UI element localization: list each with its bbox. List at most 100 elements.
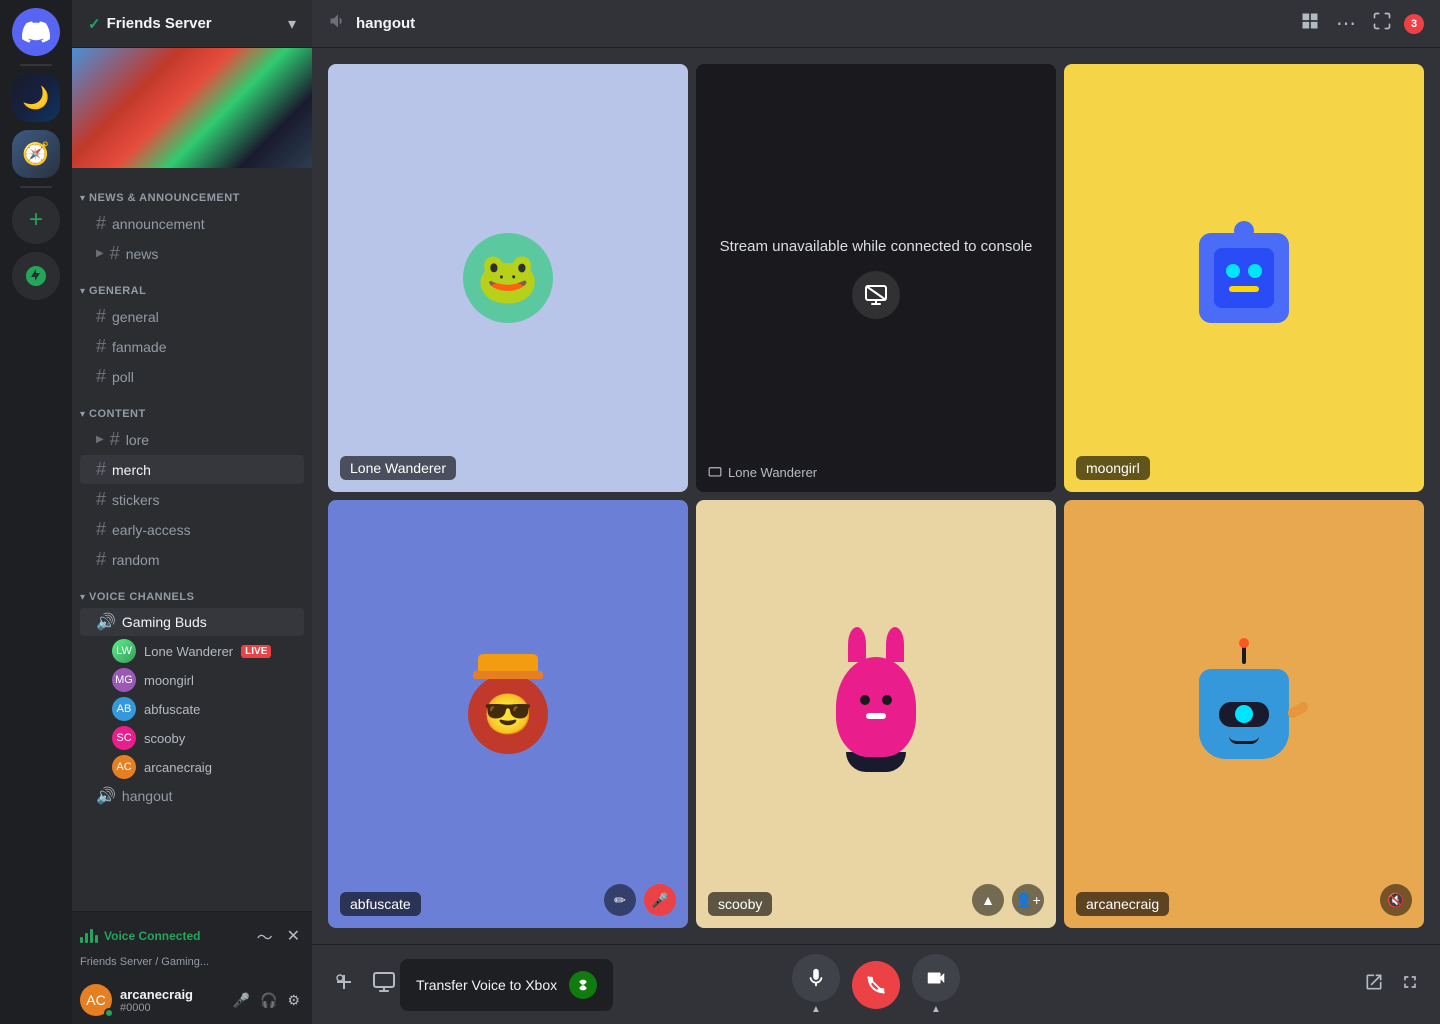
add-server-icon: + bbox=[29, 206, 43, 234]
server-divider bbox=[20, 64, 52, 66]
channel-news[interactable]: ▶ # news bbox=[80, 239, 304, 268]
grid-view-button[interactable] bbox=[1296, 7, 1324, 41]
voice-member-scooby[interactable]: SC scooby bbox=[80, 724, 304, 752]
server-header[interactable]: ✓ Friends Server ▾ bbox=[72, 0, 312, 48]
tile-chevron-button[interactable]: ▲ bbox=[972, 884, 1004, 916]
channel-name: poll bbox=[112, 369, 296, 385]
category-arrow: ▾ bbox=[80, 409, 85, 420]
category-news-announcement[interactable]: ▾ NEWS & ANNOUNCEMENT bbox=[72, 176, 312, 208]
voice-member-moongirl[interactable]: MG moongirl bbox=[80, 666, 304, 694]
popout-button[interactable] bbox=[1368, 7, 1396, 41]
channel-sidebar: ✓ Friends Server ▾ ▾ NEWS & ANNOUNCEMENT… bbox=[72, 0, 312, 1024]
channel-name: announcement bbox=[112, 216, 296, 232]
speaker-icon: 🔊 bbox=[96, 612, 116, 632]
channel-merch[interactable]: # merch bbox=[80, 455, 304, 484]
tile-add-user-button[interactable]: 👤+ bbox=[1012, 884, 1044, 916]
member-count-badge: 3 bbox=[1404, 14, 1424, 34]
channel-name: stickers bbox=[112, 492, 296, 508]
voice-disconnect-icon[interactable]: ✕ bbox=[283, 922, 304, 950]
server-icon-moon[interactable]: 🌙 bbox=[12, 74, 60, 122]
hash-icon: # bbox=[96, 306, 106, 327]
add-member-icon[interactable]: 👤 bbox=[262, 308, 279, 325]
camera-arrow-button[interactable]: ▲ bbox=[931, 1004, 941, 1015]
channel-name: random bbox=[112, 552, 296, 568]
main-header: hangout ⋯ 3 bbox=[312, 0, 1440, 48]
category-label: NEWS & ANNOUNCEMENT bbox=[89, 192, 240, 204]
arrow-icon: ▶ bbox=[96, 434, 104, 445]
tile-pencil-button[interactable]: ✏ bbox=[604, 884, 636, 916]
video-label-scooby: scooby bbox=[708, 892, 772, 916]
bar1 bbox=[80, 937, 83, 943]
bottom-left-controls bbox=[328, 966, 400, 1004]
channel-poll[interactable]: # poll bbox=[80, 362, 304, 391]
more-options-button[interactable]: ⋯ bbox=[1332, 7, 1360, 40]
camera-button[interactable] bbox=[912, 954, 960, 1002]
voice-wave-icon[interactable]: 〜 bbox=[253, 920, 277, 952]
channel-early-access[interactable]: # early-access bbox=[80, 515, 304, 544]
video-tile-actions-abfuscate: ✏ 🎤 bbox=[604, 884, 676, 916]
category-content[interactable]: ▾ CONTENT bbox=[72, 392, 312, 424]
screen-share-label: Lone Wanderer bbox=[708, 465, 817, 480]
header-actions: ⋯ 3 bbox=[1296, 7, 1424, 41]
transfer-voice-button[interactable]: Transfer Voice to Xbox bbox=[400, 959, 613, 1011]
video-tile-scooby: scooby ▲ 👤+ bbox=[696, 500, 1056, 928]
hash-icon: # bbox=[96, 336, 106, 357]
add-user-button[interactable] bbox=[328, 966, 360, 1004]
server-name: Friends Server bbox=[107, 15, 212, 32]
category-label: VOICE CHANNELS bbox=[89, 591, 194, 603]
voice-member-lone-wanderer[interactable]: LW Lone Wanderer LIVE bbox=[80, 637, 304, 665]
camera-control-group: ▲ bbox=[912, 954, 960, 1015]
voice-channel-hangout[interactable]: 🔊 hangout bbox=[80, 782, 304, 810]
server-dropdown-icon: ▾ bbox=[288, 14, 296, 34]
channel-fanmade[interactable]: # fanmade bbox=[80, 332, 304, 361]
arrow-icon: ▶ bbox=[96, 248, 104, 259]
channel-stickers[interactable]: # stickers bbox=[80, 485, 304, 514]
bottom-center-controls: ▲ ▲ bbox=[792, 954, 960, 1015]
channel-name: merch bbox=[112, 462, 296, 478]
microphone-arrow-button[interactable]: ▲ bbox=[811, 1004, 821, 1015]
channel-lore[interactable]: ▶ # lore bbox=[80, 425, 304, 454]
stream-unavailable-text: Stream unavailable while connected to co… bbox=[720, 238, 1033, 255]
voice-bars-icon bbox=[80, 929, 98, 943]
server-icon-discord[interactable] bbox=[12, 8, 60, 56]
voice-channel-gaming-buds[interactable]: 🔊 Gaming Buds bbox=[80, 608, 304, 636]
server-icon-friends[interactable]: 🧭 bbox=[12, 130, 60, 178]
bar2 bbox=[85, 933, 88, 943]
tile-mic-button[interactable]: 🎤 bbox=[644, 884, 676, 916]
category-voice-channels[interactable]: ▾ VOICE CHANNELS bbox=[72, 575, 312, 607]
server-icon-explore[interactable] bbox=[12, 252, 60, 300]
member-name: Lone Wanderer bbox=[144, 644, 233, 659]
channel-general[interactable]: # general 👤 ⚙ bbox=[80, 302, 304, 331]
settings-icon[interactable]: ⚙ bbox=[283, 308, 296, 325]
channel-random[interactable]: # random bbox=[80, 545, 304, 574]
xbox-icon bbox=[569, 971, 597, 999]
video-grid-area: 🐸 Lone Wanderer Stream unavailable while… bbox=[312, 48, 1440, 944]
voice-status-bar: Voice Connected 〜 ✕ Friends Server / Gam… bbox=[72, 911, 312, 976]
microphone-button[interactable]: 🎤 bbox=[229, 988, 254, 1013]
channel-name: news bbox=[126, 246, 296, 262]
video-tile-actions-arcanecraig: 🔇 bbox=[1380, 884, 1412, 916]
screen-share-user: Lone Wanderer bbox=[728, 465, 817, 480]
category-general[interactable]: ▾ GENERAL bbox=[72, 269, 312, 301]
voice-member-abfuscate[interactable]: AB abfuscate bbox=[80, 695, 304, 723]
channel-name: early-access bbox=[112, 522, 296, 538]
settings-button[interactable]: ⚙ bbox=[283, 988, 304, 1013]
video-label-abfuscate: abfuscate bbox=[340, 892, 421, 916]
voice-member-arcanecraig[interactable]: AC arcanecraig bbox=[80, 753, 304, 781]
microphone-button[interactable] bbox=[792, 954, 840, 1002]
member-avatar: MG bbox=[112, 668, 136, 692]
end-call-button[interactable] bbox=[852, 961, 900, 1009]
tile-mute-button-arcanecraig[interactable]: 🔇 bbox=[1380, 884, 1412, 916]
category-arrow: ▾ bbox=[80, 286, 85, 297]
headset-button[interactable]: 🎧 bbox=[256, 988, 281, 1013]
channel-list: ▾ NEWS & ANNOUNCEMENT # announcement ▶ #… bbox=[72, 168, 312, 911]
popout-window-button[interactable] bbox=[1360, 968, 1388, 1002]
member-name: moongirl bbox=[144, 673, 194, 688]
video-tile-moongirl: moongirl bbox=[1064, 64, 1424, 492]
category-label: GENERAL bbox=[89, 285, 146, 297]
screen-share-button[interactable] bbox=[368, 966, 400, 1004]
channel-announcement[interactable]: # announcement bbox=[80, 209, 304, 238]
video-tile-lone-wanderer: 🐸 Lone Wanderer bbox=[328, 64, 688, 492]
server-icon-add[interactable]: + bbox=[12, 196, 60, 244]
fullscreen-button[interactable] bbox=[1396, 968, 1424, 1002]
